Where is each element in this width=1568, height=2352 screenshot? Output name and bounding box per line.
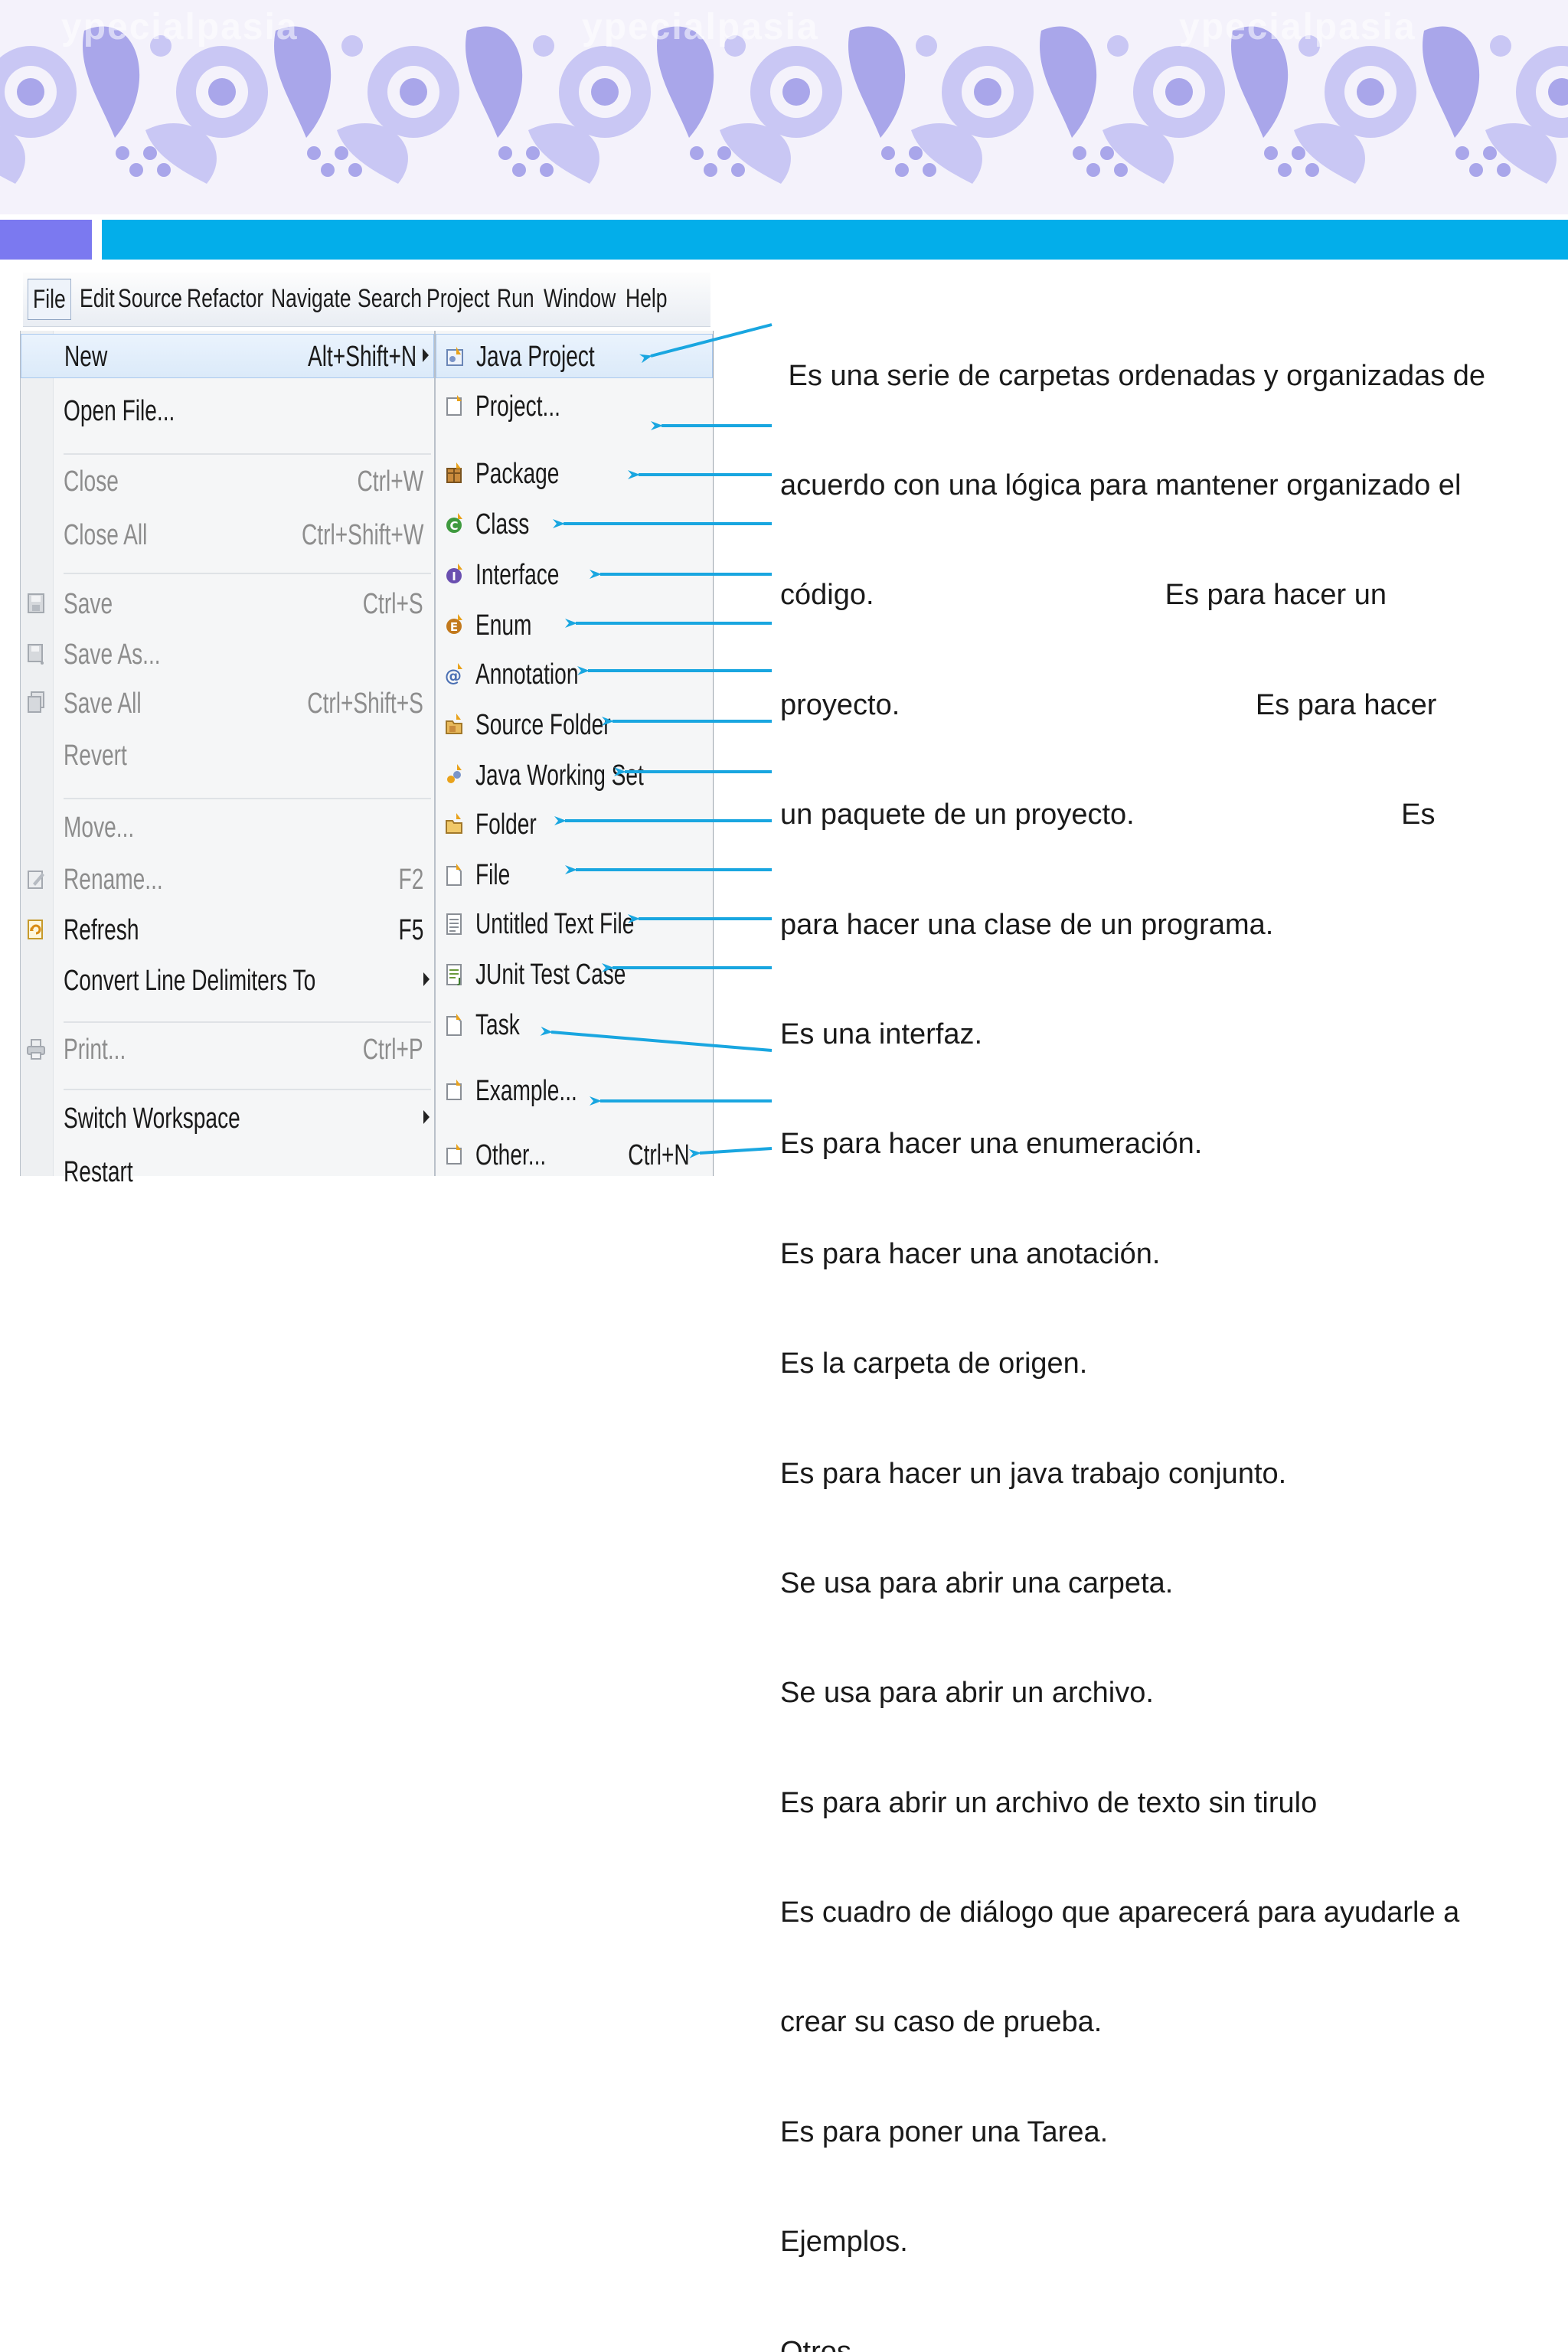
description-line: Otros. bbox=[780, 2335, 860, 2352]
description-line: Es una serie de carpetas ordenadas y org… bbox=[780, 359, 1486, 392]
arrow-other bbox=[688, 1147, 773, 1158]
description-line: Es para hacer una anotación. bbox=[780, 1237, 1161, 1270]
description-line: Ejemplos. bbox=[780, 2226, 908, 2259]
arrow-task bbox=[540, 1026, 773, 1052]
description-text: Es una serie de carpetas ordenadas y org… bbox=[780, 285, 1553, 2352]
description-line: un paquete de un proyecto. Es bbox=[780, 799, 1436, 831]
description-line: para hacer una clase de un programa. bbox=[780, 908, 1274, 941]
arrow-java-project bbox=[639, 323, 773, 364]
description-line: Es una interfaz. bbox=[780, 1018, 983, 1050]
description-line: Es la carpeta de origen. bbox=[780, 1348, 1088, 1380]
description-line: Es para hacer un java trabajo conjunto. bbox=[780, 1457, 1287, 1490]
description-line: Es para poner una Tarea. bbox=[780, 2115, 1109, 2148]
description-line: acuerdo con una lógica para mantener org… bbox=[780, 469, 1462, 501]
description-line: Es para abrir un archivo de texto sin ti… bbox=[780, 1786, 1318, 1819]
description-line: Es para hacer una enumeración. bbox=[780, 1128, 1203, 1161]
description-line: Es cuadro de diálogo que aparecerá para … bbox=[780, 1896, 1460, 1929]
description-line: crear su caso de prueba. bbox=[780, 2006, 1102, 2039]
description-line: proyecto. Es para hacer bbox=[780, 688, 1437, 721]
description-line: Se usa para abrir un archivo. bbox=[780, 1677, 1154, 1710]
description-line: Se usa para abrir una carpeta. bbox=[780, 1566, 1174, 1599]
description-line: código. Es para hacer un bbox=[780, 579, 1387, 612]
